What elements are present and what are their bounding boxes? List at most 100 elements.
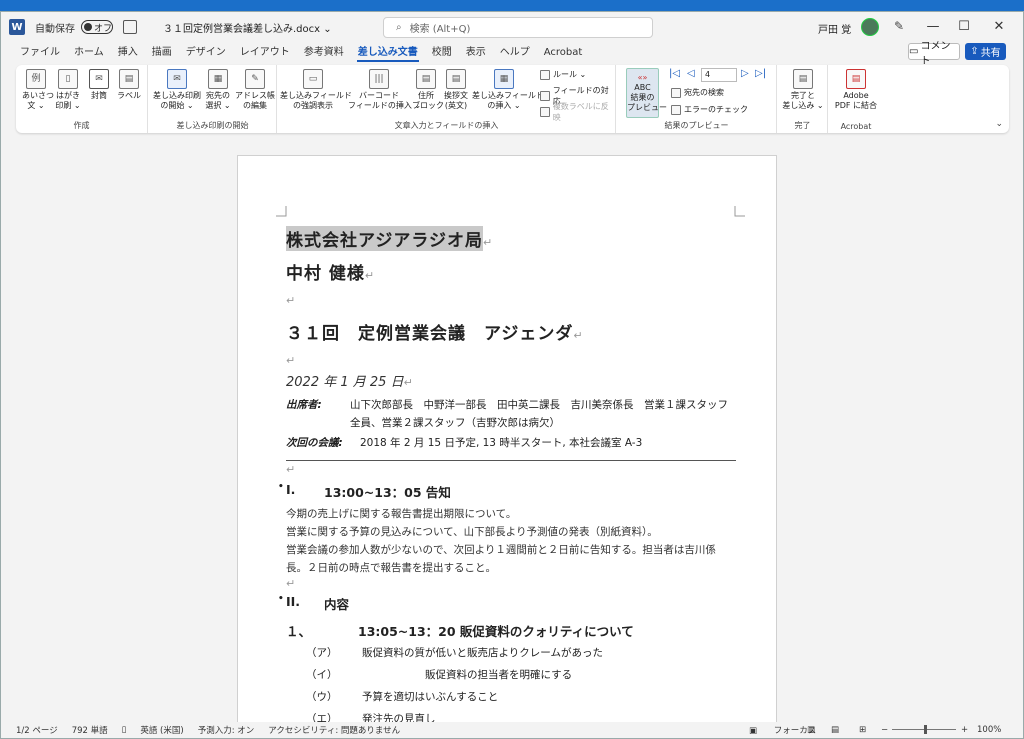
proofing-icon[interactable]: ▯ xyxy=(122,725,127,735)
menu-design[interactable]: デザイン xyxy=(179,42,233,63)
page-count[interactable]: 1/2 ページ xyxy=(16,724,58,736)
find-recipient-button[interactable]: 宛先の検索 xyxy=(671,87,724,98)
word-logo-icon: W xyxy=(9,19,25,35)
start-merge-icon: ✉ xyxy=(167,69,187,89)
document-title-text: ３１回定例営業会議差し込み.docx xyxy=(163,23,321,35)
paragraph-mark: ↵ xyxy=(286,294,296,307)
save-icon[interactable] xyxy=(123,20,137,34)
highlight-fields-icon: ▭ xyxy=(303,69,323,89)
highlight-fields-button[interactable]: ▭ 差し込みフィールド の強調表示 xyxy=(280,69,352,111)
print-layout-icon[interactable]: ▤ xyxy=(831,725,839,735)
preview-results-button[interactable]: «» ABC 結果の プレビュー xyxy=(626,68,667,118)
status-bar: 1/2 ページ 792 単語 ▯ 英語 (米国) 予測入力: オン アクセシビリ… xyxy=(1,722,1023,738)
greeting-line-button[interactable]: ▤ 挨拶文 (英文) xyxy=(442,69,470,111)
attendees-value: 山下次郎部長 中野洋一部長 田中英二課長 吉川美奈係長 営業１課スタッフ全員、営… xyxy=(350,399,728,429)
group-label-fields: 文章入力とフィールドの挿入 xyxy=(394,121,499,130)
greeting-button[interactable]: 例あいさつ 文 ⌄ xyxy=(22,69,54,111)
find-recipient-icon xyxy=(671,87,681,98)
share-button[interactable]: ⇪ 共有 xyxy=(965,43,1006,60)
menu-insert[interactable]: 挿入 xyxy=(111,42,145,63)
read-mode-icon[interactable]: ▥ xyxy=(807,725,815,735)
document-content: 株式会社アジアラジオ局↵ 中村 健様↵ ↵ ３１回 定例営業会議 アジェンダ↵ … xyxy=(278,226,736,729)
paragraph-mark: ↵ xyxy=(403,376,413,389)
search-box[interactable]: ⌕ 検索 (Alt+Q) xyxy=(383,17,653,38)
menu-references[interactable]: 参考資料 xyxy=(297,42,351,63)
user-name[interactable]: 戸田 覚 xyxy=(818,21,851,36)
last-record-icon[interactable]: ▷| xyxy=(755,68,766,79)
list-item-marker: （ア） xyxy=(306,647,338,659)
select-recipients-button[interactable]: ▦ 宛先の 選択 ⌄ xyxy=(203,69,233,111)
document-page[interactable]: 株式会社アジアラジオ局↵ 中村 健様↵ ↵ ３１回 定例営業会議 アジェンダ↵ … xyxy=(237,155,777,730)
adobe-merge-button[interactable]: ▤ Adobe PDF に結合 xyxy=(831,69,881,111)
close-button[interactable]: ✕ xyxy=(984,17,1014,37)
list-item-marker: （ウ） xyxy=(306,691,338,703)
menu-draw[interactable]: 描画 xyxy=(145,42,179,63)
paragraph-mark: ↵ xyxy=(286,354,296,367)
collapse-ribbon-icon[interactable]: ⌄ xyxy=(995,119,1003,129)
check-errors-button[interactable]: エラーのチェック xyxy=(671,104,748,115)
greeting-icon: 例 xyxy=(26,69,46,89)
finish-merge-icon: ▤ xyxy=(793,69,813,89)
rules-button[interactable]: ルール ⌄ xyxy=(540,69,586,80)
avatar[interactable] xyxy=(861,18,879,36)
text-predictions[interactable]: 予測入力: オン xyxy=(198,724,255,736)
attendees-row: 出席者: 山下次郎部長 中野洋一部長 田中英二課長 吉川美奈係長 営業１課スタッフ… xyxy=(286,396,736,432)
postcard-icon: ▯ xyxy=(58,69,78,89)
label-icon: ▤ xyxy=(119,69,139,89)
web-layout-icon[interactable]: ⊞ xyxy=(859,725,866,735)
label-button-label: ラベル xyxy=(117,91,141,100)
language[interactable]: 英語 (米国) xyxy=(140,724,183,736)
menu-review[interactable]: 校閲 xyxy=(425,42,459,63)
zoom-slider-knob[interactable] xyxy=(924,725,927,734)
maximize-button[interactable]: ☐ xyxy=(949,17,979,37)
envelope-button-label: 封筒 xyxy=(91,91,107,100)
label-button[interactable]: ▤ ラベル xyxy=(116,69,142,101)
zoom-in-icon[interactable]: + xyxy=(961,725,968,735)
next-record-icon[interactable]: ▷ xyxy=(741,68,749,79)
subsection-1-title: 13:05~13：20 販促資料のクォリティについて xyxy=(358,624,634,639)
previous-record-icon[interactable]: ◁ xyxy=(687,68,695,79)
address-block-button[interactable]: ▤ 住所 ブロック xyxy=(412,69,444,111)
accessibility-status[interactable]: アクセシビリティ: 問題ありません xyxy=(268,724,400,736)
find-recipient-button-label: 宛先の検索 xyxy=(684,88,724,97)
menu-acrobat[interactable]: Acrobat xyxy=(537,42,590,63)
minimize-button[interactable]: — xyxy=(918,17,948,37)
preview-arrows-icon: «» xyxy=(637,73,648,82)
record-number-input[interactable]: 4 xyxy=(701,68,737,82)
menu-mailings[interactable]: 差し込み文書 xyxy=(351,42,425,63)
envelope-button[interactable]: ✉ 封筒 xyxy=(86,69,112,101)
section-2-heading: • II. 内容 xyxy=(278,594,736,613)
barcode-field-button-label: バーコード フィールドの挿入 ⌄ xyxy=(348,91,422,110)
zoom-level[interactable]: 100% xyxy=(977,725,1001,735)
edit-recipient-list-button[interactable]: ✎ アドレス帳 の編集 xyxy=(235,69,275,111)
menu-bar: ファイル ホーム 挿入 描画 デザイン レイアウト 参考資料 差し込み文書 校閲… xyxy=(1,41,1023,67)
select-recipients-button-label: 宛先の 選択 ⌄ xyxy=(205,91,231,110)
postcard-button[interactable]: ▯ はがき 印刷 ⌄ xyxy=(54,69,82,111)
group-acrobat: ▤ Adobe PDF に結合 Acrobat xyxy=(829,65,883,133)
barcode-field-button[interactable]: ||| バーコード フィールドの挿入 ⌄ xyxy=(348,69,421,111)
menu-file[interactable]: ファイル xyxy=(13,42,67,63)
document-title[interactable]: ３１回定例営業会議差し込み.docx ⌄ xyxy=(163,20,332,35)
next-meeting-row: 次回の会議: 2018 年 2 月 15 日予定, 13 時半スタート, 本社会議… xyxy=(286,434,736,452)
pen-icon[interactable]: ✎ xyxy=(894,19,904,33)
menu-home[interactable]: ホーム xyxy=(67,42,111,63)
paragraph-mark: ↵ xyxy=(286,577,296,590)
barcode-icon: ||| xyxy=(369,69,389,89)
check-errors-icon xyxy=(671,104,681,115)
ribbon: 例あいさつ 文 ⌄ ▯ はがき 印刷 ⌄ ✉ 封筒 ▤ ラベル 作成 ✉ 差し込み印刷 … xyxy=(16,65,1009,133)
paragraph-mark: ↵ xyxy=(573,329,584,342)
zoom-out-icon[interactable]: − xyxy=(881,725,888,735)
autosave-toggle[interactable]: オフ xyxy=(81,20,113,34)
menu-layout[interactable]: レイアウト xyxy=(233,42,297,63)
finish-merge-button[interactable]: ▤ 完了と 差し込み ⌄ xyxy=(782,69,824,111)
first-record-icon[interactable]: |◁ xyxy=(669,68,680,79)
menu-help[interactable]: ヘルプ xyxy=(493,42,537,63)
word-count[interactable]: 792 単語 xyxy=(72,724,108,736)
insert-merge-field-button[interactable]: ▦ 差し込みフィールド の挿入 ⌄ xyxy=(472,69,544,111)
menu-view[interactable]: 表示 xyxy=(459,42,493,63)
comment-button[interactable]: ▭ コメント xyxy=(908,41,960,67)
greeting-button-label: あいさつ 文 ⌄ xyxy=(22,91,54,110)
focus-button[interactable]: ▣ フォーカス xyxy=(749,724,830,736)
subsection-1-heading: １、 13:05~13：20 販促資料のクォリティについて xyxy=(286,621,736,640)
start-merge-button[interactable]: ✉ 差し込み印刷 の開始 ⌄ xyxy=(153,69,201,111)
